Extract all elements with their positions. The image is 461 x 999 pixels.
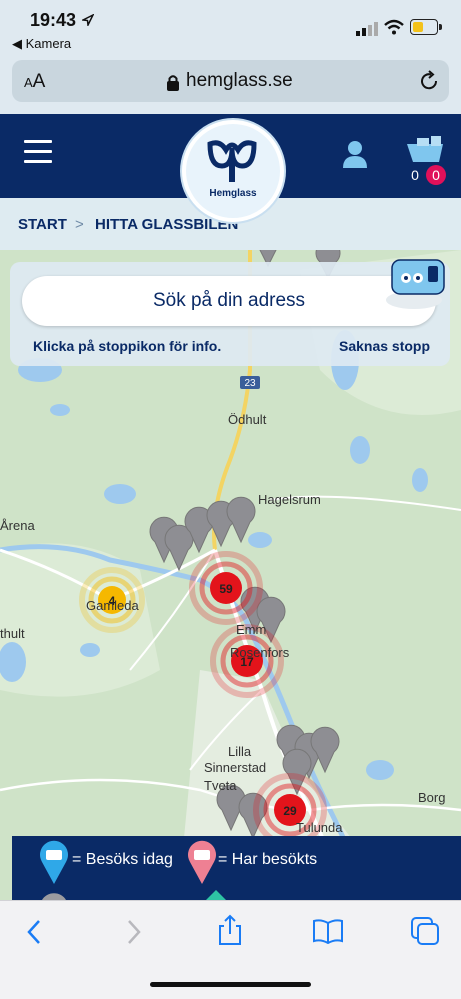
map-place-label: Ödhult: [228, 412, 267, 427]
cellular-signal-icon: [356, 22, 378, 36]
map-place-label: Tveta: [204, 778, 237, 793]
cart-count: 0: [405, 165, 425, 185]
forward-icon[interactable]: [124, 918, 144, 946]
today-marker-icon: [40, 840, 68, 884]
home-indicator: [150, 982, 311, 987]
map-place-label: Emm: [236, 622, 267, 637]
wifi-icon: [384, 19, 404, 35]
back-to-app-link[interactable]: ◀ Kamera: [12, 36, 71, 52]
battery-icon: [410, 19, 442, 35]
hemglass-logo-mark: [207, 140, 257, 182]
map-place-label: Sinnerstad: [204, 760, 267, 775]
breadcrumb-separator: >: [75, 216, 84, 233]
share-icon[interactable]: [216, 914, 244, 946]
status-time: 19:43: [30, 10, 77, 30]
bookmarks-icon[interactable]: [312, 918, 344, 944]
map-place-label: Gamleda: [86, 598, 139, 613]
map-place-label: Rosenfors: [230, 645, 290, 660]
map-place-label: Lilla: [228, 744, 252, 759]
map-place-label: Hagelsrum: [258, 492, 321, 507]
reload-icon[interactable]: [418, 70, 440, 92]
tabs-icon[interactable]: [410, 916, 440, 946]
legend-visited: = Har besökts: [218, 851, 318, 868]
address-search-input[interactable]: Sök på din adress: [22, 276, 436, 326]
cluster-count: 59: [219, 582, 233, 596]
url-domain[interactable]: hemglass.se: [186, 70, 293, 92]
visited-marker-icon: [188, 840, 216, 884]
user-icon[interactable]: [342, 140, 368, 168]
legend-visit-today: = Besöks idag: [72, 851, 173, 868]
lock-icon: [167, 75, 179, 91]
cart-icon[interactable]: [405, 136, 447, 166]
road-number-label: 23: [244, 378, 256, 389]
stop-info-hint: Klicka på stoppikon för info.: [33, 338, 222, 354]
home-marker-icon: [206, 890, 226, 900]
map-place-label: Borg: [418, 790, 446, 805]
text-size-button[interactable]: AA: [24, 71, 45, 93]
map-place-label: thult: [0, 626, 25, 641]
breadcrumb-start-link[interactable]: START: [18, 216, 67, 233]
map-place-label: Årena: [0, 518, 35, 533]
address-search-placeholder: Sök på din adress: [152, 290, 306, 311]
menu-icon[interactable]: [24, 140, 52, 164]
hemglass-logo[interactable]: Hemglass: [182, 120, 284, 222]
grey-marker-icon: [42, 893, 66, 900]
cluster-count: 29: [283, 804, 297, 818]
missing-stop-link[interactable]: Saknas stopp: [339, 338, 430, 354]
cart-badge: 0: [426, 165, 446, 185]
map-place-label: Tulunda: [296, 820, 343, 835]
logo-wordmark: Hemglass: [209, 188, 257, 199]
back-icon[interactable]: [24, 918, 44, 946]
location-arrow-icon: [82, 14, 94, 26]
ice-cream-truck-mascot-icon: [386, 259, 445, 309]
